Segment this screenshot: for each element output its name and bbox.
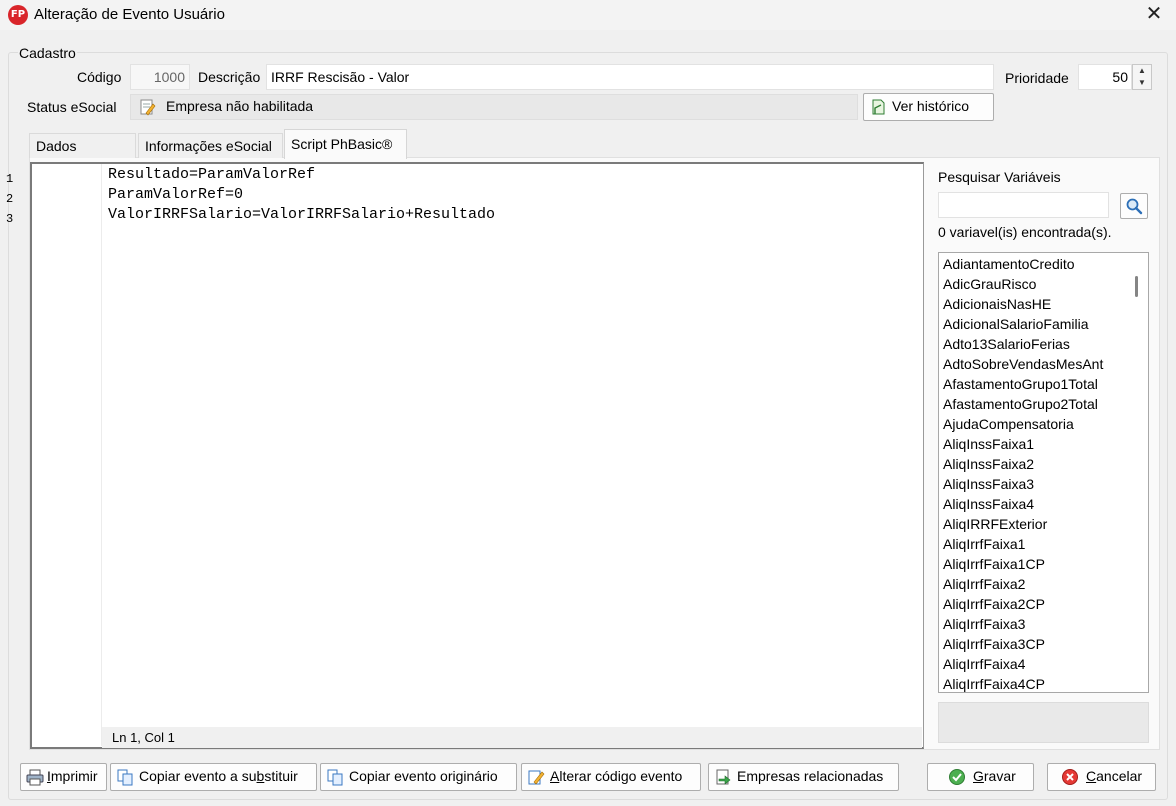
variables-list[interactable]: AdiantamentoCredito AdicGrauRisco Adicio… <box>938 252 1149 693</box>
list-item[interactable]: AdicGrauRisco <box>943 276 1036 292</box>
prioridade-field[interactable]: 50 <box>1078 64 1132 90</box>
list-item[interactable]: AliqIrrfFaixa1 <box>943 536 1025 552</box>
list-scrollbar-thumb[interactable] <box>1135 276 1138 297</box>
list-item[interactable]: AliqIrrfFaixa3CP <box>943 636 1045 652</box>
codigo-label: Código <box>77 69 122 85</box>
empresas-relacionadas-button[interactable]: Empresas relacionadas <box>708 763 899 791</box>
list-item[interactable]: AliqIrrfFaixa2CP <box>943 596 1045 612</box>
list-item[interactable]: Adto13SalarioFerias <box>943 336 1070 352</box>
list-item[interactable]: AfastamentoGrupo2Total <box>943 396 1098 412</box>
app-logo-icon: FP <box>8 5 28 25</box>
list-item[interactable]: AdtoSobreVendasMesAnt <box>943 356 1103 372</box>
ver-historico-label: Ver histórico <box>892 98 970 114</box>
line-number: 1 <box>6 172 14 186</box>
codigo-field[interactable]: 1000 <box>130 64 190 90</box>
cursor-position: Ln 1, Col 1 <box>112 730 175 745</box>
history-document-icon <box>872 99 885 115</box>
gravar-button[interactable]: Gravar <box>927 763 1034 791</box>
copiar-evento-originario-button[interactable]: Copiar evento originário <box>320 763 517 791</box>
alterar-label-post: lterar código evento <box>559 768 683 784</box>
copy-icon <box>117 769 133 786</box>
edit-icon <box>528 770 545 785</box>
status-esocial-value: Empresa não habilitada <box>166 98 314 114</box>
spin-up-icon[interactable]: ▲ <box>1133 65 1151 77</box>
search-button[interactable] <box>1120 193 1148 219</box>
imprimir-button[interactable]: Imprimir <box>20 763 107 791</box>
list-item[interactable]: AliqIrrfFaixa2 <box>943 576 1025 592</box>
list-item[interactable]: AliqIrrfFaixa4 <box>943 656 1025 672</box>
line-number-gutter <box>32 164 102 746</box>
window-title: Alteração de Evento Usuário <box>34 6 225 23</box>
search-icon <box>1126 198 1143 215</box>
script-editor[interactable] <box>30 162 924 749</box>
copy-icon <box>327 769 343 786</box>
list-item[interactable]: AliqIRRFExterior <box>943 516 1047 532</box>
variable-description-box <box>938 702 1149 743</box>
list-item[interactable]: AfastamentoGrupo1Total <box>943 376 1098 392</box>
related-document-icon <box>716 769 731 785</box>
list-item[interactable]: AliqInssFaixa1 <box>943 436 1034 452</box>
list-item[interactable]: AdicionaisNasHE <box>943 296 1051 312</box>
list-item[interactable]: AdiantamentoCredito <box>943 256 1075 272</box>
alterar-label-mnemonic: A <box>550 768 560 784</box>
line-number: 2 <box>6 192 14 206</box>
variable-search-input[interactable] <box>938 192 1109 218</box>
tab-dados-basicos[interactable]: Dados Básicos <box>29 133 136 178</box>
cancelar-label-post: ancelar <box>1096 768 1143 784</box>
status-esocial-label: Status eSocial <box>27 99 117 115</box>
check-circle-icon <box>949 769 965 785</box>
code-line[interactable]: Resultado=ParamValorRef <box>108 166 315 183</box>
edit-document-icon <box>140 99 156 116</box>
variables-found-count: 0 variavel(is) encontrada(s). <box>938 224 1112 240</box>
printer-icon <box>26 769 44 786</box>
descricao-label: Descrição <box>198 69 261 85</box>
empresas-label: Empresas relacionadas <box>737 768 884 784</box>
line-number: 3 <box>6 212 14 226</box>
cancel-circle-icon <box>1062 769 1078 785</box>
code-line[interactable]: ParamValorRef=0 <box>108 186 243 203</box>
list-item[interactable]: AjudaCompensatoria <box>943 416 1074 432</box>
code-line[interactable]: ValorIRRFSalario=ValorIRRFSalario+Result… <box>108 206 495 223</box>
alterar-codigo-evento-button[interactable]: Alterar código evento <box>521 763 701 791</box>
gravar-label-mnemonic: G <box>973 768 984 784</box>
list-item[interactable]: AliqIrrfFaixa4CP <box>943 676 1045 692</box>
list-item[interactable]: AliqInssFaixa3 <box>943 476 1034 492</box>
ver-historico-button[interactable]: Ver histórico <box>863 93 994 121</box>
copiar-orig-label-pre: Copiar evento originário <box>349 768 498 784</box>
tab-script-phbasic[interactable]: Script PhBasic® <box>284 129 407 159</box>
list-item[interactable]: AliqIrrfFaixa3 <box>943 616 1025 632</box>
cancelar-button[interactable]: Cancelar <box>1047 763 1156 791</box>
tab-informacoes-esocial[interactable]: Informações eSocial <box>138 133 283 158</box>
pesquisar-variaveis-label: Pesquisar Variáveis <box>938 169 1061 185</box>
spin-down-icon[interactable]: ▼ <box>1133 77 1151 89</box>
imprimir-label-post: mprimir <box>50 768 98 784</box>
prioridade-stepper[interactable]: ▲ ▼ <box>1132 64 1152 90</box>
cancelar-label-mnemonic: C <box>1086 768 1097 784</box>
list-item[interactable]: AliqIrrfFaixa1CP <box>943 556 1045 572</box>
cadastro-group-title: Cadastro <box>18 45 77 61</box>
gravar-label-post: ravar <box>983 768 1016 784</box>
descricao-field[interactable]: IRRF Rescisão - Valor <box>266 64 994 90</box>
copiar-sub-label-pre: Copiar evento a su <box>139 768 257 784</box>
list-item[interactable]: AdicionalSalarioFamilia <box>943 316 1089 332</box>
list-item[interactable]: AliqInssFaixa4 <box>943 496 1034 512</box>
list-item[interactable]: AliqInssFaixa2 <box>943 456 1034 472</box>
close-icon[interactable]: ✕ <box>1142 2 1166 26</box>
copiar-evento-substituir-button[interactable]: Copiar evento a substituir <box>110 763 317 791</box>
editor-status-bar <box>102 727 922 748</box>
prioridade-label: Prioridade <box>1005 70 1069 86</box>
copiar-sub-label-post: stituir <box>264 768 298 784</box>
